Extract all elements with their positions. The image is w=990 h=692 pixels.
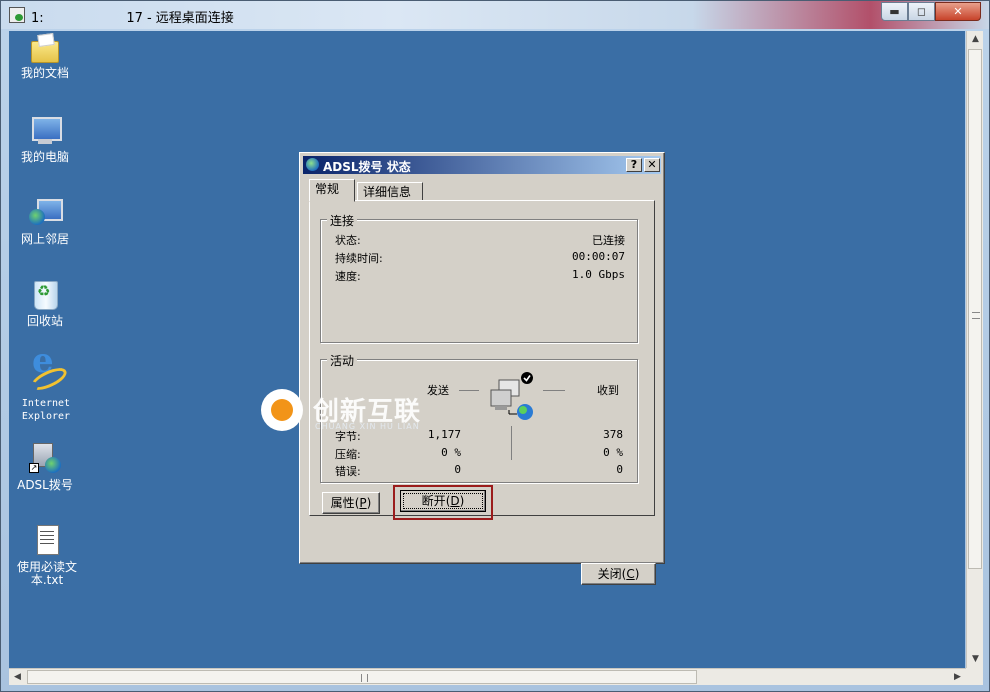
tab-panel-general: 连接 状态: 已连接 持续时间: 00:00:07 速度: 1.0 Gbps 活… [309,200,655,520]
duration-value: 00:00:07 [572,250,625,263]
window-titlebar[interactable]: 1: 17 - 远程桌面连接 ▬ ◻ ✕ [1,1,989,29]
compression-received-value: 0 % [603,446,623,459]
help-button[interactable]: ? [626,158,642,172]
close-button[interactable]: 关闭(C) [581,563,656,585]
status-label: 状态: [335,234,361,247]
close-window-button[interactable]: ✕ [935,2,981,21]
dialog-titlebar[interactable]: ADSL拨号 状态 ? ✕ [303,156,661,174]
connection-group-title: 连接 [327,212,358,229]
bytes-received-value: 378 [603,428,623,441]
errors-sent-value: 0 [454,463,461,476]
network-icon [29,197,63,229]
watermark-logo: 创新互联 CHUANG XIN HU LIAN [261,379,521,439]
speed-label: 速度: [335,270,361,283]
horizontal-scrollbar[interactable]: ◀ ▶ [9,668,966,685]
received-label: 收到 [597,384,619,397]
minimize-button[interactable]: ▬ [881,2,908,21]
duration-label: 持续时间: [335,252,383,265]
window-title: 1: 17 - 远程桌面连接 [31,11,234,26]
remote-desktop-surface[interactable]: 我的文档 我的电脑 网上邻居 回收站 Internet Explorer ↗ A… [9,31,965,668]
tab-general[interactable]: 常规 [309,179,355,202]
desktop-icon-label: Internet Explorer [21,398,71,422]
adsl-status-dialog: ADSL拨号 状态 ? ✕ 常规 详细信息 连接 状态: 已连接 持续时间: 0… [299,152,665,585]
desktop-icon-label: 使用必读文本.txt [16,560,77,587]
speed-value: 1.0 Gbps [572,268,625,281]
compression-sent-value: 0 % [441,446,461,459]
maximize-button[interactable]: ◻ [908,2,935,21]
desktop-icon-label: 我的电脑 [20,150,69,164]
computer-icon [29,115,62,147]
compression-label: 压缩: [335,448,361,461]
desktop-icon-recycle-bin[interactable]: 回收站 [9,279,81,328]
properties-button[interactable]: 属性(P) [322,492,380,514]
adsl-icon: ↗ [29,443,61,475]
resize-grip[interactable] [966,668,983,685]
desktop-icon-label: ADSL拨号 [17,478,73,492]
text-file-icon [31,525,63,557]
shortcut-arrow-icon: ↗ [29,463,39,473]
folder-icon [31,41,59,63]
scroll-right-icon[interactable]: ▶ [949,669,966,686]
watermark-logo-icon [261,389,303,431]
remote-desktop-icon [9,7,25,23]
desktop-icon-adsl-dialup[interactable]: ↗ ADSL拨号 [9,443,81,492]
desktop-icon-my-documents[interactable]: 我的文档 [9,35,81,80]
tab-details[interactable]: 详细信息 [357,182,423,201]
scroll-down-icon[interactable]: ▼ [967,651,984,668]
dialog-close-button[interactable]: ✕ [644,158,660,172]
vertical-scroll-thumb[interactable] [968,49,982,569]
watermark-subtitle: CHUANG XIN HU LIAN [315,422,420,431]
vertical-scrollbar[interactable]: ▲ ▼ [966,31,983,668]
received-line [543,390,565,391]
connection-group: 连接 状态: 已连接 持续时间: 00:00:07 速度: 1.0 Gbps [320,212,638,343]
desktop-icon-internet-explorer[interactable]: Internet Explorer [9,355,83,423]
desktop-icon-label: 网上邻居 [20,232,69,246]
scroll-left-icon[interactable]: ◀ [9,669,26,686]
activity-group-title: 活动 [327,352,358,369]
scroll-up-icon[interactable]: ▲ [967,31,984,48]
desktop-icon-network-places[interactable]: 网上邻居 [9,197,81,246]
grip-icon [972,312,980,319]
ie-icon [30,355,62,393]
recycle-bin-icon [29,279,61,311]
dialog-title: ADSL拨号 状态 [323,160,411,174]
errors-received-value: 0 [616,463,623,476]
desktop-icon-label: 我的文档 [20,66,69,80]
status-value: 已连接 [592,234,625,247]
desktop-icon-label: 回收站 [26,314,63,328]
desktop-icon-readme[interactable]: 使用必读文本.txt [9,525,85,587]
horizontal-scroll-thumb[interactable] [27,670,697,684]
disconnect-button[interactable]: 断开(D) [400,490,486,512]
remote-desktop-window: 1: 17 - 远程桌面连接 ▬ ◻ ✕ 我的文档 我的电脑 网上邻居 回收站 [0,0,990,692]
network-globe-icon [306,158,319,171]
desktop-icon-my-computer[interactable]: 我的电脑 [9,115,81,164]
errors-label: 错误: [335,465,361,478]
grip-icon [361,674,368,682]
